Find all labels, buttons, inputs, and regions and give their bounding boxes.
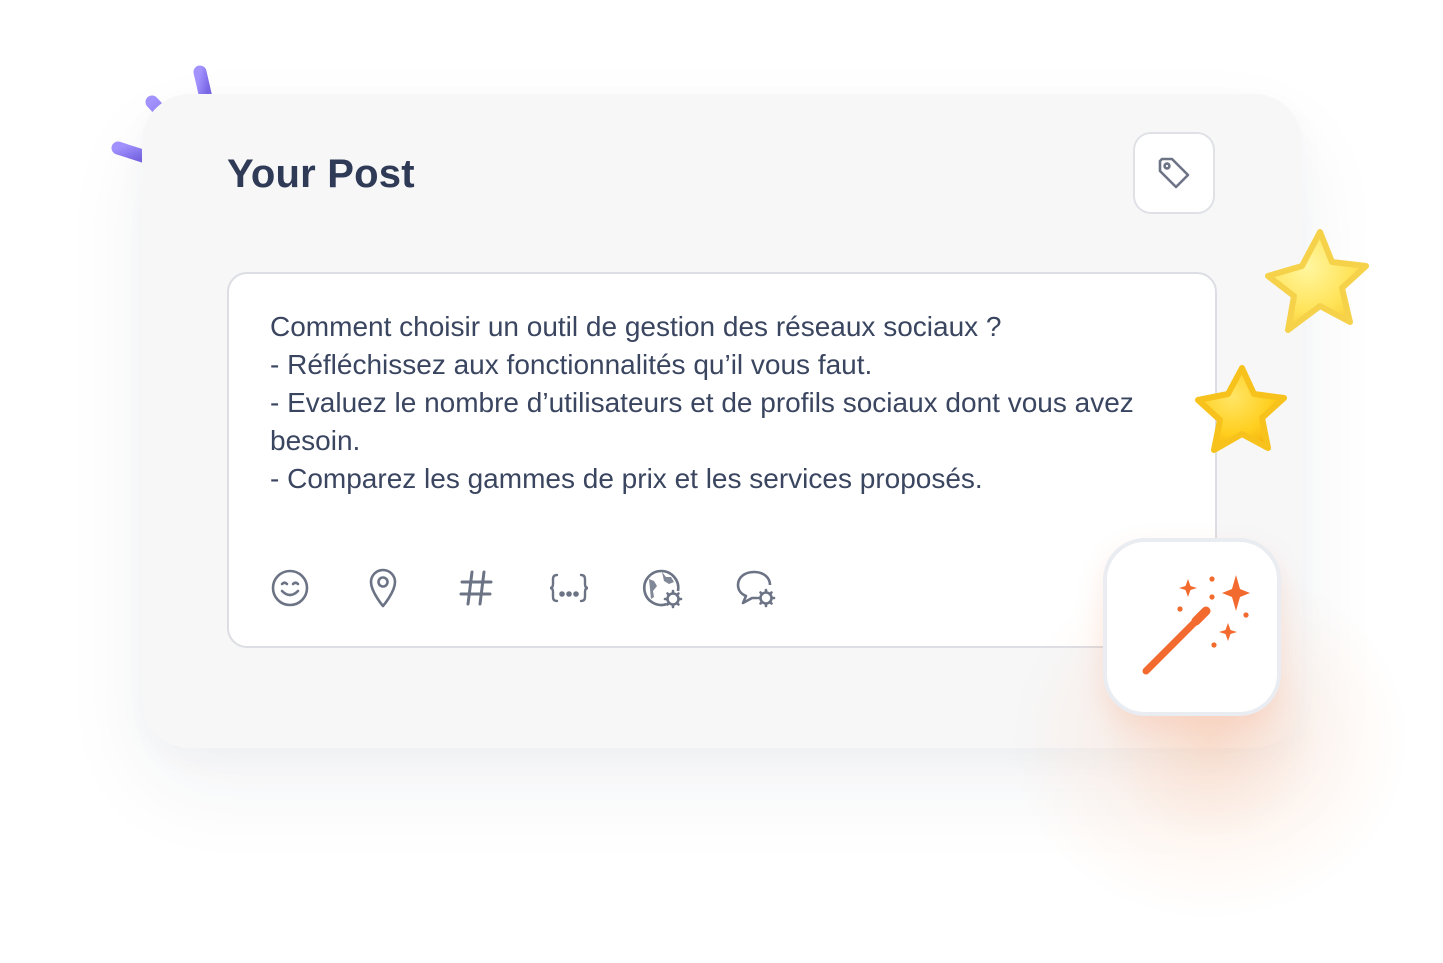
location-pin-icon xyxy=(369,568,397,608)
editor-toolbar xyxy=(269,566,827,610)
ai-magic-button[interactable] xyxy=(1103,538,1281,716)
comment-settings-button[interactable] xyxy=(734,567,776,609)
page-title: Your Post xyxy=(227,152,415,196)
stage: Your Post Comment choisir un outil de ge… xyxy=(0,0,1443,963)
star-decoration-small xyxy=(1195,365,1287,453)
post-editor[interactable]: Comment choisir un outil de gestion des … xyxy=(227,272,1217,648)
comment-settings-icon xyxy=(736,570,776,608)
post-text[interactable]: Comment choisir un outil de gestion des … xyxy=(270,308,1150,498)
tag-button[interactable] xyxy=(1133,132,1215,214)
emoji-icon xyxy=(271,569,309,607)
hashtag-icon xyxy=(459,570,493,606)
tag-icon xyxy=(1158,157,1190,189)
location-button[interactable] xyxy=(362,567,404,609)
globe-settings-icon xyxy=(643,569,683,609)
variables-icon xyxy=(549,573,589,603)
magic-wand-icon xyxy=(1142,575,1250,675)
variables-button[interactable] xyxy=(548,567,590,609)
star-decoration-large xyxy=(1265,229,1369,333)
hashtag-button[interactable] xyxy=(455,567,497,609)
emoji-button[interactable] xyxy=(269,567,311,609)
globe-settings-button[interactable] xyxy=(641,567,683,609)
